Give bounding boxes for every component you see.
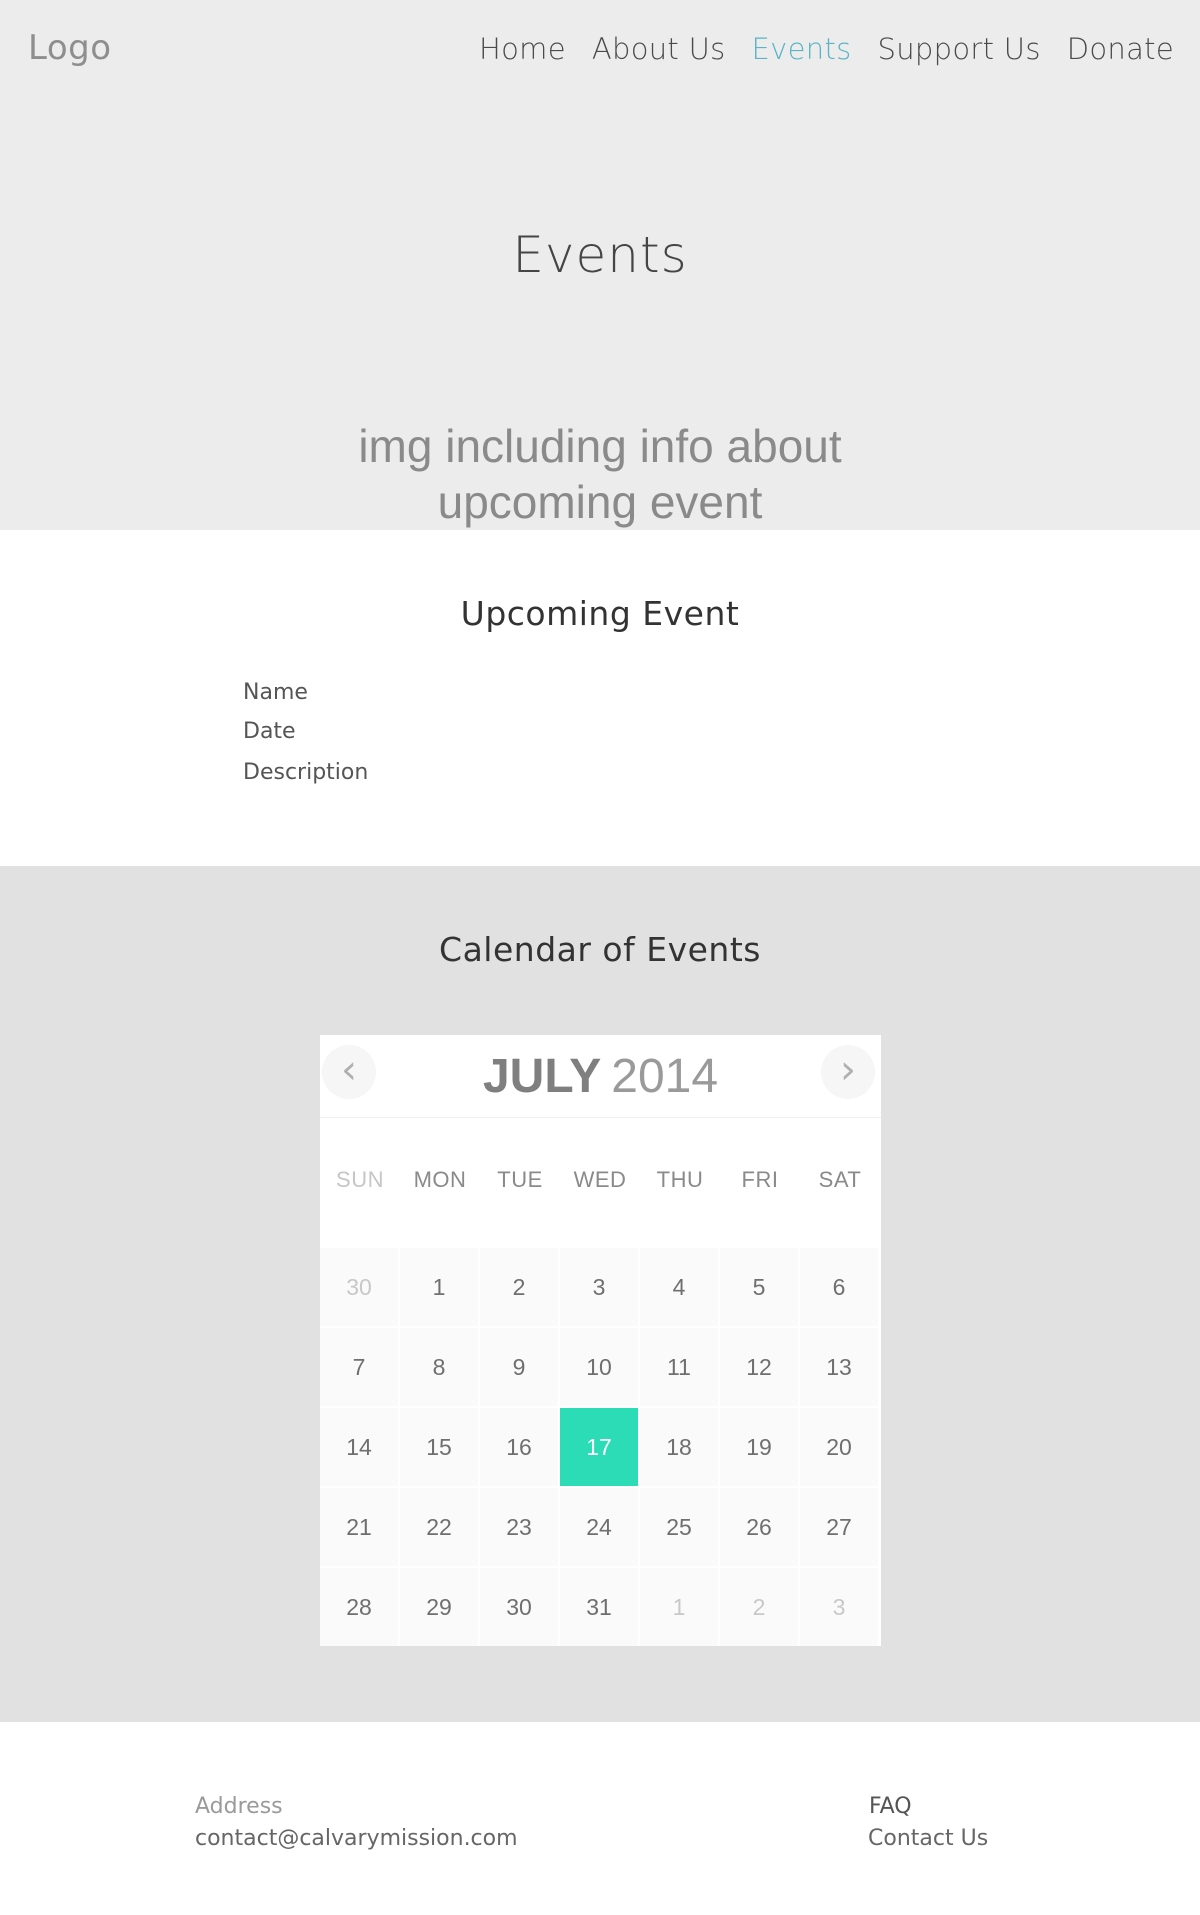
calendar-day[interactable]: 7: [320, 1328, 398, 1406]
calendar-day[interactable]: 2: [480, 1248, 558, 1326]
nav-events[interactable]: Events: [752, 32, 852, 66]
calendar-days-grid: 30 1 2 3 4 5 6 7 8 9 10 11 12 13 14 15 16 17 18 19 20 21 22 23 2…: [320, 1248, 881, 1646]
calendar-day[interactable]: 25: [640, 1488, 718, 1566]
footer: Address contact@calvarymission.com FAQ C…: [0, 1722, 1200, 1915]
footer-contact-link[interactable]: Contact Us: [868, 1826, 988, 1851]
calendar-day-selected[interactable]: 17: [560, 1408, 638, 1486]
calendar-day[interactable]: 13: [800, 1328, 878, 1406]
footer-email-link[interactable]: contact@calvarymission.com: [195, 1826, 518, 1851]
calendar-day[interactable]: 6: [800, 1248, 878, 1326]
event-date-field: Date: [243, 719, 296, 744]
logo[interactable]: Logo: [28, 28, 112, 68]
upcoming-event-section: Upcoming Event Name Date Description: [0, 530, 1200, 866]
calendar-day[interactable]: 12: [720, 1328, 798, 1406]
weekday-sun: SUN: [336, 1167, 384, 1192]
calendar-day[interactable]: 30: [320, 1248, 398, 1326]
calendar-day[interactable]: 22: [400, 1488, 478, 1566]
weekday-wed: WED: [573, 1167, 627, 1192]
calendar-day[interactable]: 27: [800, 1488, 878, 1566]
calendar-day[interactable]: 21: [320, 1488, 398, 1566]
calendar-day[interactable]: 18: [640, 1408, 718, 1486]
nav-support-us[interactable]: Support Us: [878, 32, 1041, 66]
weekday-mon: MON: [413, 1167, 467, 1192]
calendar-day[interactable]: 15: [400, 1408, 478, 1486]
calendar-day[interactable]: 8: [400, 1328, 478, 1406]
calendar-day[interactable]: 19: [720, 1408, 798, 1486]
weekday-tue: TUE: [497, 1167, 543, 1192]
calendar-day[interactable]: 20: [800, 1408, 878, 1486]
calendar-day[interactable]: 2: [720, 1568, 798, 1646]
calendar-day[interactable]: 4: [640, 1248, 718, 1326]
calendar-day[interactable]: 24: [560, 1488, 638, 1566]
calendar-widget: ‹ JULY 2014 › SUN MON TUE WED THU FRI SAT 30 1 2 3…: [320, 1035, 881, 1646]
calendar-year: 2014: [611, 1050, 719, 1103]
calendar-day[interactable]: 3: [560, 1248, 638, 1326]
main-nav: Home About Us Events Support Us Donate: [479, 32, 1174, 66]
weekday-fri: FRI: [741, 1167, 779, 1192]
hero-image-placeholder: img including info about upcoming event: [358, 420, 842, 528]
chevron-right-icon: ›: [840, 1047, 856, 1093]
calendar-day[interactable]: 1: [640, 1568, 718, 1646]
calendar-next-button[interactable]: ›: [821, 1045, 875, 1099]
calendar-day[interactable]: 10: [560, 1328, 638, 1406]
calendar-day[interactable]: 9: [480, 1328, 558, 1406]
calendar-section-title: Calendar of Events: [439, 930, 761, 969]
hero-section: Logo Home About Us Events Support Us Don…: [0, 0, 1200, 530]
calendar-day[interactable]: 29: [400, 1568, 478, 1646]
calendar-day[interactable]: 23: [480, 1488, 558, 1566]
calendar-day[interactable]: 5: [720, 1248, 798, 1326]
calendar-section: Calendar of Events ‹ JULY 2014 › SUN MON TU…: [0, 866, 1200, 1722]
upcoming-event-title: Upcoming Event: [460, 594, 740, 633]
nav-home[interactable]: Home: [479, 32, 566, 66]
footer-faq-link[interactable]: FAQ: [869, 1794, 912, 1819]
calendar-day[interactable]: 26: [720, 1488, 798, 1566]
calendar-month: JULY: [482, 1050, 602, 1103]
footer-address: Address: [195, 1794, 283, 1819]
calendar-day[interactable]: 16: [480, 1408, 558, 1486]
nav-donate[interactable]: Donate: [1067, 32, 1174, 66]
calendar-day[interactable]: 1: [400, 1248, 478, 1326]
calendar-weekdays: SUN MON TUE WED THU FRI SAT: [320, 1167, 881, 1207]
calendar-day[interactable]: 3: [800, 1568, 878, 1646]
calendar-header: ‹ JULY 2014 ›: [320, 1035, 881, 1118]
page-title: Events: [512, 226, 688, 284]
calendar-day[interactable]: 31: [560, 1568, 638, 1646]
calendar-day[interactable]: 14: [320, 1408, 398, 1486]
calendar-day[interactable]: 30: [480, 1568, 558, 1646]
event-description-field: Description: [243, 760, 369, 785]
weekday-sat: SAT: [818, 1167, 862, 1192]
weekday-thu: THU: [656, 1167, 704, 1192]
nav-about-us[interactable]: About Us: [592, 32, 726, 66]
calendar-day[interactable]: 11: [640, 1328, 718, 1406]
calendar-month-year: JULY 2014: [320, 1049, 881, 1104]
event-name-field: Name: [243, 680, 308, 705]
calendar-day[interactable]: 28: [320, 1568, 398, 1646]
